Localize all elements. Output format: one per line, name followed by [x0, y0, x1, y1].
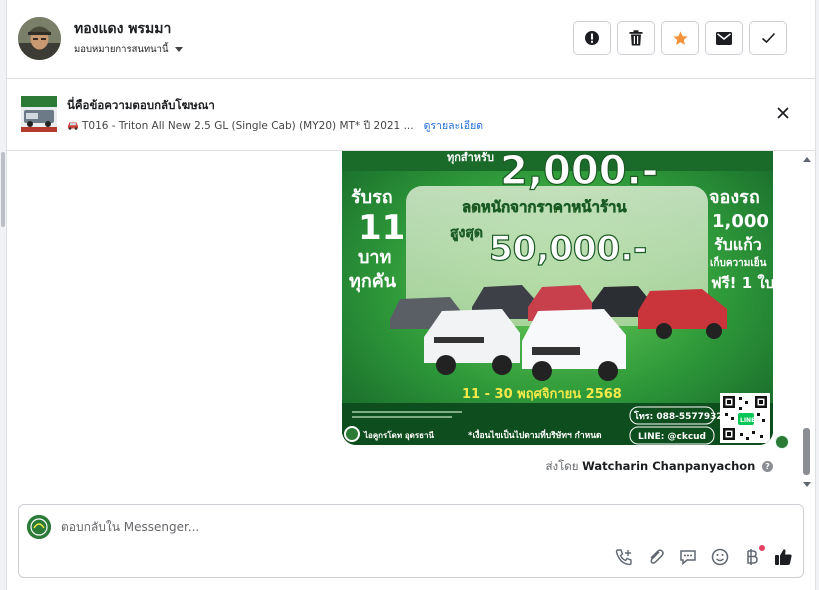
contact-name[interactable]: ทองแดง พรมมา: [74, 18, 171, 40]
banner-dealer-name: ไอคูกรโดท อุดรธานี: [363, 430, 435, 441]
left-scrollbar[interactable]: [0, 0, 7, 590]
close-icon: [777, 107, 789, 119]
sender-avatar: [775, 435, 789, 449]
call-button[interactable]: [614, 547, 633, 566]
scroll-down-arrow-icon[interactable]: [802, 481, 812, 489]
contact-avatar[interactable]: [18, 17, 61, 60]
banner-right-1: จองรถ: [709, 187, 760, 208]
banner-max-amount: 50,000.-: [489, 229, 647, 269]
smiley-icon: [711, 548, 728, 565]
star-button[interactable]: [661, 21, 699, 55]
thread-scrollbar-thumb[interactable]: [803, 428, 810, 475]
report-spam-button[interactable]: [573, 21, 611, 55]
sent-by-label: ส่งโดย Watcharin Chanpanyachon ?: [545, 458, 773, 476]
baht-icon: [746, 548, 758, 565]
caret-down-icon: [174, 47, 183, 52]
checkmark-icon: [761, 32, 775, 44]
banner-left-4: ทุกคัน: [349, 271, 397, 293]
envelope-icon: [716, 31, 732, 45]
banner-discount-line: ลดหนักจากราคาหน้าร้าน: [462, 198, 627, 216]
ad-reply-title: นี่คือข้อความตอบกลับโฆษณา: [67, 98, 215, 112]
phone-plus-icon: [615, 548, 632, 565]
composer-tools: [614, 545, 793, 566]
paperclip-icon: [649, 548, 664, 564]
emoji-button[interactable]: [710, 547, 729, 566]
assign-label: มอบหมายการสนทนานี้: [74, 44, 169, 55]
banner-right-3: รับแก้ว: [714, 235, 762, 254]
banner-left-3: บาท: [358, 247, 391, 268]
help-icon[interactable]: ?: [762, 461, 773, 472]
promo-banner-graphic: ทุกสำหรับ 2,000.- รับรถ 11 บาท ทุกคัน จอ…: [342, 151, 773, 445]
banner-left-1: รับรถ: [351, 187, 393, 208]
thread-scrollbar[interactable]: [802, 151, 812, 491]
inbox-conversation-panel: ทองแดง พรมมา มอบหมายการสนทนานี้ นี่คือข้…: [0, 0, 819, 590]
assign-conversation-dropdown[interactable]: มอบหมายการสนทนานี้: [74, 42, 183, 57]
trash-icon: [629, 30, 643, 46]
alert-circle-icon: [585, 31, 599, 45]
reply-composer: [18, 504, 804, 578]
like-button[interactable]: [774, 547, 793, 566]
banner-right-2: 1,000: [712, 211, 769, 232]
banner-date-range: 11 - 30 พฤศจิกายน 2568: [462, 387, 622, 402]
banner-right-5: ฟรี! 1 ใบ: [711, 274, 773, 292]
qr-code-graphic: LINE: [720, 393, 770, 443]
scroll-up-arrow-icon[interactable]: [802, 155, 812, 163]
ad-image-message[interactable]: ทุกสำหรับ 2,000.- รับรถ 11 บาท ทุกคัน จอ…: [342, 151, 773, 445]
banner-line-id: LINE: @ckcud: [638, 432, 706, 442]
ad-reply-context: นี่คือข้อความตอบกลับโฆษณา T016 - Triton …: [7, 79, 815, 151]
header-actions: [573, 21, 787, 55]
reply-input[interactable]: [61, 518, 661, 536]
ad-description-text: T016 - Triton All New 2.5 GL (Single Cab…: [82, 120, 414, 132]
banner-phone: โทร: 088-5577932: [633, 410, 723, 422]
attach-file-button[interactable]: [646, 547, 665, 566]
delete-button[interactable]: [617, 21, 655, 55]
mark-done-button[interactable]: [749, 21, 787, 55]
notification-dot: [759, 545, 765, 551]
banner-top-prefix: ทุกสำหรับ: [447, 151, 494, 165]
left-scrollbar-thumb[interactable]: [1, 152, 5, 227]
mark-unread-button[interactable]: [705, 21, 743, 55]
banner-max-label: สูงสุด: [450, 225, 483, 241]
chat-bubble-icon: [679, 549, 696, 565]
message-thread: ทุกสำหรับ 2,000.- รับรถ 11 บาท ทุกคัน จอ…: [7, 151, 815, 496]
star-icon: [672, 30, 688, 45]
payment-button[interactable]: [742, 545, 765, 566]
sent-by-name[interactable]: Watcharin Chanpanyachon: [582, 459, 755, 473]
banner-left-2: 11: [358, 208, 405, 248]
thumbs-up-icon: [775, 548, 792, 565]
ad-description: T016 - Triton All New 2.5 GL (Single Cab…: [67, 117, 483, 134]
right-edge: [815, 0, 819, 590]
saved-replies-button[interactable]: [678, 547, 697, 566]
page-avatar: [27, 515, 51, 539]
banner-top-price: 2,000.-: [500, 151, 658, 194]
qr-line-label: LINE: [740, 417, 755, 424]
conversation-header: ทองแดง พรมมา มอบหมายการสนทนานี้: [7, 0, 815, 79]
sent-by-prefix: ส่งโดย: [545, 459, 579, 473]
ad-details-link[interactable]: ดูรายละเอียด: [424, 120, 483, 132]
banner-right-4: เก็บความเย็น: [710, 255, 767, 269]
close-ad-context-button[interactable]: [775, 105, 791, 121]
ad-thumbnail[interactable]: [21, 96, 57, 132]
car-icon: [67, 121, 79, 133]
